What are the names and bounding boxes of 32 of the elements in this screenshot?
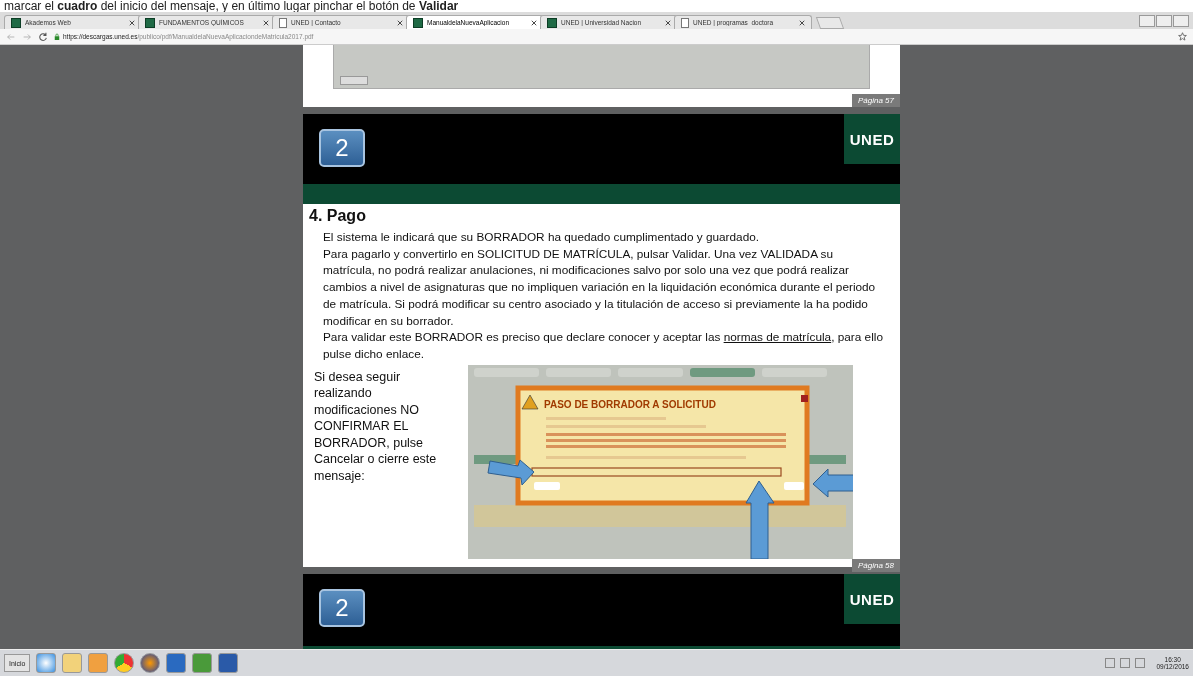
page-label: Página 58: [851, 558, 900, 572]
paragraph: Para validar este BORRADOR es preciso que declare conocer y aceptar las normas de matrícula, para ello pulse dicho enlace.: [323, 329, 884, 363]
site-icon: [413, 17, 423, 28]
reload-icon[interactable]: [38, 31, 48, 42]
page-label: Página 57: [851, 94, 900, 107]
close-icon[interactable]: [129, 19, 135, 26]
arrow-icon: [487, 459, 535, 486]
forward-icon[interactable]: [22, 31, 32, 42]
section-title: 4. Pago: [309, 207, 367, 225]
close-icon[interactable]: [665, 19, 671, 26]
close-icon[interactable]: [397, 19, 403, 26]
slide-number: 2: [319, 129, 365, 167]
uned-logo: UNED: [844, 114, 900, 164]
site-icon: [547, 17, 557, 28]
back-icon[interactable]: [6, 31, 16, 42]
new-tab-button[interactable]: [815, 17, 845, 29]
arrow-icon: [812, 468, 853, 498]
arrow-icon: [745, 480, 775, 559]
star-icon[interactable]: [1178, 32, 1187, 41]
site-icon: [145, 17, 155, 28]
dialog-title: PASO DE BORRADOR A SOLICITUD: [544, 398, 716, 410]
site-icon: [11, 17, 21, 28]
side-note: Si desea seguir realizando modificaciones NO CONFIRMAR EL BORRADOR, pulse Cancelar o cierre este mensaje:: [314, 368, 438, 485]
close-icon[interactable]: [531, 19, 537, 26]
paragraph: El sistema le indicará que su BORRADOR ha quedado cumplimentado y guardado.: [323, 229, 761, 246]
lock-icon: [54, 32, 60, 41]
paragraph: Para pagarlo y convertirlo en SOLICITUD DE MATRÍCULA, pulsar Validar. Una vez VALIDADA su matrícula, no podrá realizar anulaciones, ni modificaciones salvo por solo una vez que podrá realizar cambios a nivel de asignaturas que no impliquen variación en la liquidación económica durante el periodo de matrícula. Si podrá modificar su centro asociado y la titulación de acceso si previamente la ha podido modificar en su borrador.: [323, 245, 877, 330]
uned-logo: UNED: [844, 574, 900, 624]
slide-number: 2: [319, 589, 365, 627]
close-icon[interactable]: [799, 19, 805, 26]
close-icon[interactable]: [263, 19, 269, 26]
caption-text: marcar el cuadro del inicio del mensaje, y en último lugar pinchar el botón de Validar: [3, 0, 460, 12]
